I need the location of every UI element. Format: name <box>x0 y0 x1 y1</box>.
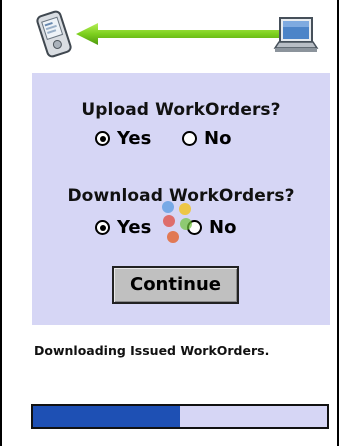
upload-options: Yes No <box>32 127 330 153</box>
download-no-label: No <box>209 217 237 238</box>
progress-bar <box>31 404 329 429</box>
handheld-device-icon <box>36 10 72 58</box>
sync-arrow-icon <box>76 23 281 45</box>
radio-selected-indicator <box>95 220 110 235</box>
download-yes-label: Yes <box>117 217 152 238</box>
sync-options-panel: Upload WorkOrders? Yes No Download WorkO… <box>32 73 330 325</box>
download-yes-radio[interactable]: Yes <box>95 216 165 242</box>
upload-yes-label: Yes <box>117 128 152 149</box>
laptop-icon <box>273 17 319 52</box>
upload-question: Upload WorkOrders? <box>81 100 281 120</box>
upload-no-radio[interactable]: No <box>182 127 242 153</box>
radio-selected-indicator <box>95 131 110 146</box>
download-no-radio[interactable]: No <box>187 216 247 242</box>
continue-button[interactable]: Continue <box>112 266 239 304</box>
radio-unselected-indicator <box>182 131 197 146</box>
sync-header <box>2 0 337 70</box>
upload-yes-radio[interactable]: Yes <box>95 127 165 153</box>
status-message: Downloading Issued WorkOrders. <box>34 343 270 358</box>
sync-screen: Upload WorkOrders? Yes No Download WorkO… <box>0 0 339 446</box>
busy-spinner-icon <box>162 201 192 243</box>
upload-no-label: No <box>204 128 232 149</box>
progress-fill <box>33 406 180 427</box>
